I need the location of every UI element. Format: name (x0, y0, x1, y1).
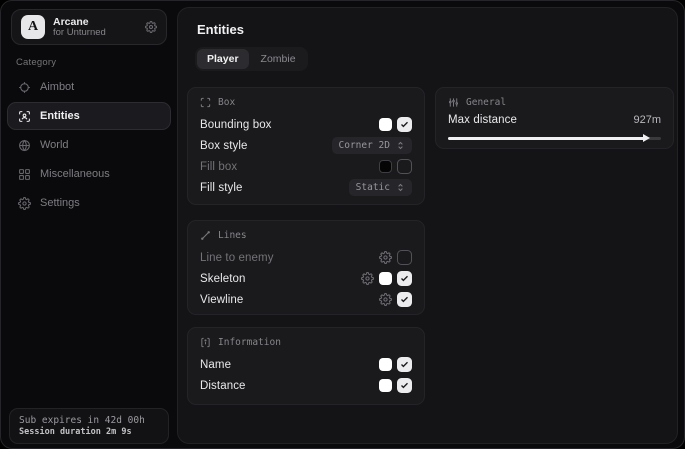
color-swatch[interactable] (379, 379, 392, 392)
fill-box-row: Fill box (200, 156, 412, 177)
max-distance-value: 927m (633, 114, 661, 126)
viewline-checkbox[interactable] (397, 292, 412, 307)
distance-checkbox[interactable] (397, 378, 412, 393)
general-section-card: General Max distance 927m (435, 87, 674, 149)
information-section-card: Information Name Distance (187, 327, 425, 405)
tab-zombie[interactable]: Zombie (251, 49, 306, 69)
brand-logo: A (21, 15, 45, 39)
fill-style-dropdown[interactable]: Static (349, 179, 412, 196)
gear-icon[interactable] (379, 293, 392, 306)
distance-row: Distance (200, 375, 412, 396)
row-label: Box style (200, 140, 248, 152)
dropdown-value: Corner 2D (339, 140, 390, 151)
dropdown-value: Static (356, 182, 390, 193)
session-duration-text: Session duration 2m 9s (19, 427, 159, 437)
entities-scan-icon (18, 110, 31, 123)
box-style-row: Box style Corner 2D (200, 135, 412, 156)
slider-thumb[interactable] (643, 134, 650, 142)
color-swatch[interactable] (379, 160, 392, 173)
row-label: Fill style (200, 182, 243, 194)
chevron-up-down-icon (396, 141, 405, 150)
name-checkbox[interactable] (397, 357, 412, 372)
sidebar: A Arcane for Unturned Category Aimbot (1, 1, 177, 448)
gear-icon[interactable] (379, 251, 392, 264)
box-style-dropdown[interactable]: Corner 2D (332, 137, 412, 154)
page-title: Entities (197, 22, 244, 37)
box-section-card: Box Bounding box Box style Corner 2D (187, 87, 425, 205)
tab-player[interactable]: Player (197, 49, 249, 69)
max-distance-row: Max distance 927m (448, 114, 661, 126)
color-swatch[interactable] (379, 358, 392, 371)
section-title: Box (218, 97, 235, 108)
general-section-header: General (448, 97, 661, 108)
sidebar-item-label: Aimbot (40, 81, 74, 93)
subscription-info-card: Sub expires in 42d 00h Session duration … (9, 408, 169, 444)
row-label: Name (200, 359, 231, 371)
section-title: General (466, 97, 506, 108)
sidebar-item-miscellaneous[interactable]: Miscellaneous (7, 160, 171, 188)
row-label: Fill box (200, 161, 237, 173)
sidebar-item-label: Entities (40, 110, 80, 122)
fill-box-checkbox[interactable] (397, 159, 412, 174)
row-label: Distance (200, 380, 246, 392)
name-row: Name (200, 354, 412, 375)
info-icon (200, 337, 211, 348)
line-to-enemy-row: Line to enemy (200, 247, 412, 268)
sidebar-nav: Aimbot Entities World Miscellaneous (7, 73, 171, 218)
sidebar-item-settings[interactable]: Settings (7, 189, 171, 217)
gear-icon[interactable] (145, 21, 157, 33)
category-label: Category (16, 57, 56, 68)
diagonal-line-icon (200, 230, 211, 241)
box-section-header: Box (200, 97, 412, 108)
slider-fill (448, 137, 645, 140)
sidebar-item-label: Miscellaneous (40, 168, 110, 180)
tab-bar: Player Zombie (195, 47, 308, 71)
information-section-header: Information (200, 337, 412, 348)
grid-icon (18, 168, 31, 181)
sliders-icon (448, 97, 459, 108)
bounding-box-row: Bounding box (200, 114, 412, 135)
row-label: Viewline (200, 294, 243, 306)
sidebar-item-label: World (40, 139, 69, 151)
section-title: Information (218, 337, 281, 348)
app-window: A Arcane for Unturned Category Aimbot (0, 0, 685, 449)
viewline-row: Viewline (200, 289, 412, 310)
main-panel: Entities Player Zombie Box Bounding box (177, 7, 678, 444)
brand-subtitle: for Unturned (53, 28, 137, 39)
sidebar-item-entities[interactable]: Entities (7, 102, 171, 130)
row-label: Bounding box (200, 119, 272, 131)
bounding-box-checkbox[interactable] (397, 117, 412, 132)
color-swatch[interactable] (379, 272, 392, 285)
brand-card: A Arcane for Unturned (11, 9, 167, 45)
brand-text: Arcane for Unturned (53, 16, 137, 39)
globe-icon (18, 139, 31, 152)
crosshair-icon (18, 81, 31, 94)
sub-expires-text: Sub expires in 42d 00h (19, 415, 159, 426)
section-title: Lines (218, 230, 247, 241)
brand-name: Arcane (53, 16, 137, 28)
row-label: Max distance (448, 114, 517, 126)
gear-icon (18, 197, 31, 210)
max-distance-slider[interactable] (448, 134, 661, 143)
fill-style-row: Fill style Static (200, 177, 412, 198)
color-swatch[interactable] (379, 118, 392, 131)
gear-icon[interactable] (361, 272, 374, 285)
box-corners-icon (200, 97, 211, 108)
lines-section-card: Lines Line to enemy Skeleton (187, 220, 425, 315)
sidebar-item-aimbot[interactable]: Aimbot (7, 73, 171, 101)
sidebar-item-world[interactable]: World (7, 131, 171, 159)
sidebar-item-label: Settings (40, 197, 80, 209)
skeleton-row: Skeleton (200, 268, 412, 289)
row-label: Skeleton (200, 273, 246, 285)
skeleton-checkbox[interactable] (397, 271, 412, 286)
chevron-up-down-icon (396, 183, 405, 192)
lines-section-header: Lines (200, 230, 412, 241)
row-label: Line to enemy (200, 252, 274, 264)
line-to-enemy-checkbox[interactable] (397, 250, 412, 265)
